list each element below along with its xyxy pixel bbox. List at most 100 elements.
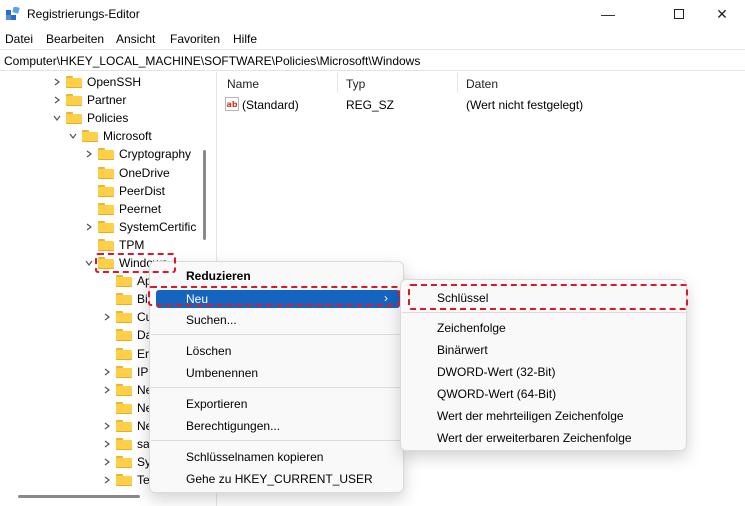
chevron-right-icon[interactable] [52,77,62,87]
folder-icon [116,329,132,342]
tree-item-label: OpenSSH [87,75,142,89]
menu-item-find[interactable]: Suchen... [186,313,237,327]
chevron-right-icon[interactable] [102,312,112,322]
minimize-button[interactable]: — [585,0,631,28]
tree-item[interactable]: TPM [84,236,144,254]
address-bar[interactable]: Computer\HKEY_LOCAL_MACHINE\SOFTWARE\Pol… [0,49,745,71]
folder-icon [116,401,132,414]
tree-item[interactable]: Te [102,471,150,489]
window-title: Registrierungs-Editor [27,7,140,21]
string-value-icon: ab [225,97,239,111]
value-name[interactable]: (Standard) [242,98,299,112]
tree-item[interactable]: OneDrive [84,164,170,182]
submenu-item-string[interactable]: Zeichenfolge [437,321,506,335]
menu-item-export[interactable]: Exportieren [186,397,247,411]
submenu-item-expandable-string[interactable]: Wert der erweiterbaren Zeichenfolge [437,431,632,445]
tree-item[interactable]: Ne [102,417,152,435]
tree-item[interactable]: Partner [52,91,126,109]
menu-bar: Datei Bearbeiten Ansicht Favoriten Hilfe [0,29,745,49]
chevron-right-icon[interactable] [84,222,94,232]
tree-item-label: Te [137,473,150,488]
address-path[interactable]: Computer\HKEY_LOCAL_MACHINE\SOFTWARE\Pol… [4,54,420,68]
tree-item[interactable]: Peernet [84,200,161,218]
menu-item-delete[interactable]: Löschen [186,344,231,358]
tree-item[interactable]: Cu [102,308,152,326]
chevron-right-icon[interactable] [102,385,112,395]
tree-item[interactable]: Cryptography [84,145,191,163]
folder-icon [116,419,132,432]
submenu-item-qword[interactable]: QWORD-Wert (64-Bit) [437,387,556,401]
menu-separator [151,334,404,335]
tree-horizontal-scrollbar[interactable] [18,495,140,498]
menu-view[interactable]: Ansicht [116,32,155,46]
menu-item-rename[interactable]: Umbenennen [186,366,258,380]
chevron-right-icon[interactable] [52,95,62,105]
menu-item-goto-hkcu[interactable]: Gehe zu HKEY_CURRENT_USER [186,472,373,486]
chevron-down-icon[interactable] [84,258,94,268]
tree-item[interactable]: Bi [102,290,148,308]
tree-item[interactable]: Ap [102,272,152,290]
menu-favorites[interactable]: Favoriten [170,32,220,46]
column-header-name[interactable]: Name [227,77,259,99]
folder-icon [98,148,114,161]
tree-vertical-scrollbar[interactable] [203,150,206,240]
folder-icon [98,202,114,215]
folder-icon [98,166,114,179]
close-icon: ✕ [716,5,728,22]
column-divider[interactable] [337,73,338,93]
minimize-icon: — [601,6,615,22]
chevron-right-icon[interactable] [102,439,112,449]
menu-separator [151,387,404,388]
column-header-type[interactable]: Typ [346,77,365,99]
tree-item[interactable]: sa [102,435,150,453]
tree-item[interactable]: Ne [102,399,152,417]
folder-icon [116,275,132,288]
submenu-item-binary[interactable]: Binärwert [437,343,488,357]
menu-edit[interactable]: Bearbeiten [46,32,104,46]
menu-file[interactable]: Datei [5,32,33,46]
tree-item[interactable]: Er [102,345,149,363]
maximize-button[interactable] [656,0,702,28]
menu-help[interactable]: Hilfe [233,32,257,46]
tree-item-label: TPM [119,237,145,252]
tree-item[interactable]: Da [102,326,152,344]
submenu-item-multi-string[interactable]: Wert der mehrteiligen Zeichenfolge [437,409,624,423]
tree-item[interactable]: Sy [102,453,151,471]
chevron-right-icon[interactable] [102,457,112,467]
tree-item[interactable]: IP [102,363,148,381]
chevron-right-icon[interactable] [102,367,112,377]
menu-item-collapse[interactable]: Reduzieren [186,269,251,283]
folder-icon [116,293,132,306]
registry-editor-icon [6,7,20,20]
chevron-right-icon[interactable] [84,149,94,159]
tree-item[interactable]: OpenSSH [52,73,141,91]
tree-item[interactable]: Microsoft [68,127,152,145]
submenu-item-dword[interactable]: DWORD-Wert (32-Bit) [437,365,555,379]
tree-item-label: sa [137,437,150,451]
tree-item-label: SystemCertific [119,219,197,234]
menu-separator [151,440,404,441]
menu-item-permissions[interactable]: Berechtigungen... [186,419,280,433]
folder-icon [98,220,114,233]
tree-item[interactable]: Policies [52,109,128,127]
chevron-right-icon[interactable] [102,475,112,485]
folder-icon [116,383,132,396]
tree-item[interactable]: PeerDist [84,182,165,200]
menu-item-copy-key-name[interactable]: Schlüsselnamen kopieren [186,450,323,464]
tree-item-label: IP [137,364,149,379]
tree-item[interactable]: SystemCertific [84,218,196,236]
tree-item[interactable]: Ne [102,381,152,399]
column-header-data[interactable]: Daten [466,77,498,99]
menu-separator [402,312,687,313]
chevron-right-icon[interactable] [102,421,112,431]
column-divider[interactable] [457,73,458,93]
close-button[interactable]: ✕ [699,0,745,28]
chevron-down-icon[interactable] [52,113,62,123]
chevron-down-icon[interactable] [68,131,78,141]
